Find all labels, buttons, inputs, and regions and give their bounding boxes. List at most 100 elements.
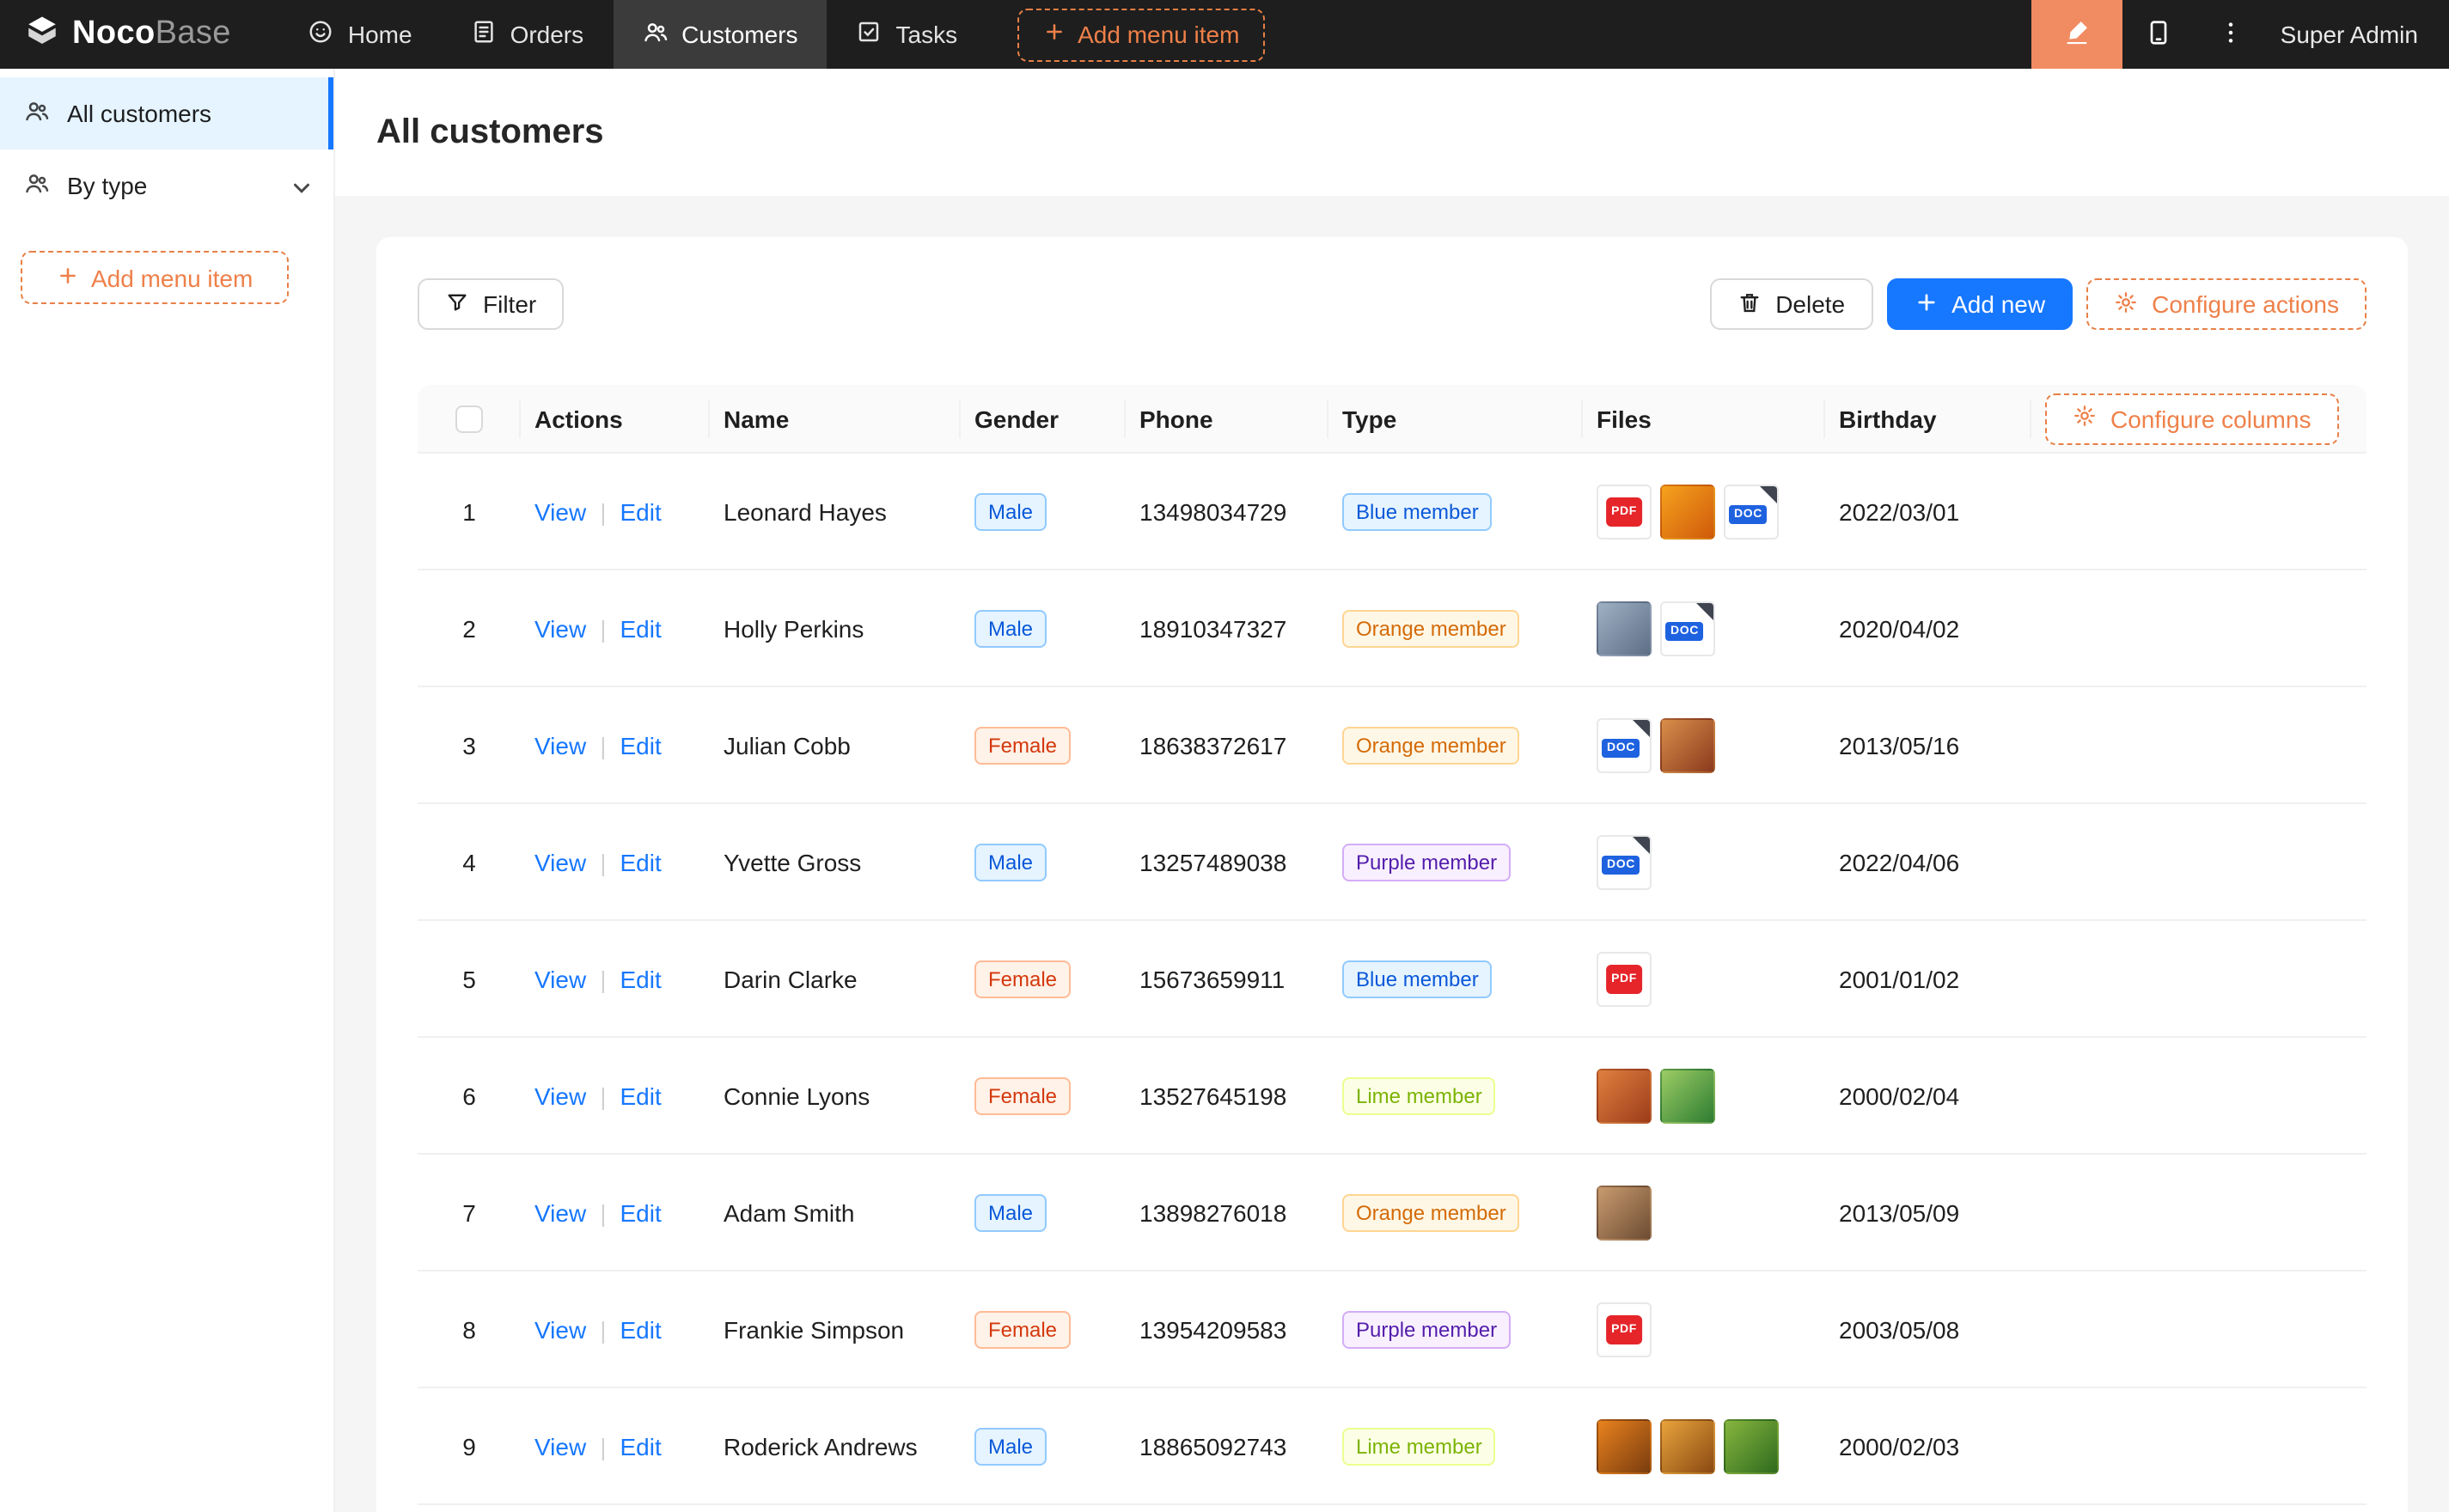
image-thumbnail[interactable]	[1724, 1418, 1779, 1473]
row-index: 5	[418, 921, 521, 1038]
action-divider: |	[600, 614, 606, 642]
action-divider: |	[600, 1432, 606, 1460]
view-link[interactable]: View	[534, 965, 586, 992]
image-thumbnail[interactable]	[1597, 1418, 1652, 1473]
action-divider: |	[600, 497, 606, 525]
edit-link[interactable]: Edit	[620, 731, 661, 759]
nocobase-logo[interactable]: NocoBase	[0, 14, 255, 55]
view-link[interactable]: View	[534, 1198, 586, 1226]
table-row: 9View|EditRoderick AndrewsMale1886509274…	[418, 1388, 2367, 1505]
image-thumbnail[interactable]	[1597, 1185, 1652, 1240]
nav-item-tasks[interactable]: Tasks	[828, 0, 987, 69]
view-link[interactable]: View	[534, 848, 586, 875]
sidebar-item-by-type[interactable]: By type	[0, 149, 333, 222]
gender-tag: Male	[974, 1193, 1047, 1231]
plus-icon	[57, 264, 79, 291]
edit-link[interactable]: Edit	[620, 614, 661, 642]
customer-name-cell: Holly Perkins	[710, 570, 961, 687]
row-actions: View|Edit	[521, 1271, 710, 1388]
edit-link[interactable]: Edit	[620, 848, 661, 875]
gender-tag: Male	[974, 843, 1047, 881]
add-menu-item-button-sidebar[interactable]: Add menu item	[21, 251, 289, 304]
view-link[interactable]: View	[534, 1432, 586, 1460]
view-link[interactable]: View	[534, 1315, 586, 1343]
view-link[interactable]: View	[534, 1082, 586, 1109]
type-tag: Purple member	[1342, 843, 1511, 881]
row-actions: View | Edit	[521, 570, 710, 687]
ui-editor-button[interactable]	[2031, 0, 2122, 69]
column-header-actions: Actions	[521, 385, 710, 454]
pdf-file-icon[interactable]: PDF	[1597, 951, 1652, 1006]
row-actions: View | Edit	[521, 1388, 710, 1505]
gender-cell: Male	[961, 1155, 1126, 1271]
image-thumbnail[interactable]	[1660, 1418, 1715, 1473]
chevron-down-icon	[289, 175, 309, 196]
view-link[interactable]: View	[534, 497, 586, 525]
edit-link[interactable]: Edit	[620, 1432, 661, 1460]
nav-item-orders[interactable]: Orders	[442, 0, 614, 69]
edit-link[interactable]: Edit	[620, 1315, 661, 1343]
nav-item-customers[interactable]: Customers	[613, 0, 827, 69]
row-trailing-cell	[2031, 1038, 2367, 1155]
add-menu-item-button-navbar[interactable]: Add menu item	[1017, 8, 1265, 61]
doc-file-icon[interactable]: DOC	[1724, 484, 1779, 539]
image-thumbnail[interactable]	[1660, 1068, 1715, 1123]
team-icon	[24, 170, 50, 201]
select-all-checkbox[interactable]	[455, 405, 483, 433]
trash-icon	[1738, 290, 1762, 319]
gender-cell: Female	[961, 687, 1126, 804]
pdf-file-icon[interactable]: PDF	[1597, 484, 1652, 539]
edit-link[interactable]: Edit	[620, 965, 661, 992]
gear-icon	[2114, 290, 2138, 319]
kebab-menu-icon	[2217, 18, 2244, 51]
row-trailing-cell	[2031, 454, 2367, 570]
select-all-cell	[418, 385, 521, 454]
navbar-right: Super Admin	[2031, 0, 2449, 69]
files-cell	[1583, 1038, 1825, 1155]
type-tag: Blue member	[1342, 960, 1493, 997]
mobile-preview-button[interactable]	[2122, 0, 2195, 69]
birthday-cell: 2000/02/03	[1825, 1388, 2031, 1505]
more-actions-button[interactable]	[2195, 0, 2267, 69]
files-cell: DOC	[1583, 687, 1825, 804]
row-index: 6	[418, 1038, 521, 1155]
pdf-file-icon[interactable]: PDF	[1597, 1302, 1652, 1357]
row-trailing-cell	[2031, 1271, 2367, 1388]
edit-link[interactable]: Edit	[620, 1198, 661, 1226]
doc-file-icon[interactable]: DOC	[1597, 717, 1652, 772]
customer-name-cell: Roderick Andrews	[710, 1388, 961, 1505]
content-area: Filter Delete Add new	[335, 196, 2449, 1512]
edit-link[interactable]: Edit	[620, 1082, 661, 1109]
phone-cell: 18638372617	[1126, 687, 1328, 804]
configure-actions-button[interactable]: Configure actions	[2086, 278, 2367, 330]
image-thumbnail[interactable]	[1660, 484, 1715, 539]
files-cell: PDF	[1583, 921, 1825, 1038]
image-thumbnail[interactable]	[1660, 717, 1715, 772]
delete-button[interactable]: Delete	[1710, 278, 1872, 330]
gender-tag: Female	[974, 1076, 1071, 1114]
birthday-cell: 2001/01/02	[1825, 921, 2031, 1038]
image-thumbnail[interactable]	[1597, 601, 1652, 655]
gender-cell: Male	[961, 570, 1126, 687]
row-trailing-cell	[2031, 570, 2367, 687]
type-tag: Purple member	[1342, 1310, 1511, 1348]
doc-file-icon[interactable]: DOC	[1660, 601, 1715, 655]
filter-button[interactable]: Filter	[418, 278, 564, 330]
logo-text: NocoBase	[72, 15, 231, 53]
customer-name-cell: Adam Smith	[710, 1155, 961, 1271]
doc-file-icon[interactable]: DOC	[1597, 834, 1652, 889]
gender-cell: Male	[961, 804, 1126, 921]
phone-cell: 13954209583	[1126, 1271, 1328, 1388]
sidebar-item-all-customers[interactable]: All customers	[0, 77, 333, 149]
configure-columns-button[interactable]: Configure columns	[2045, 393, 2338, 444]
view-link[interactable]: View	[534, 614, 586, 642]
row-actions: View|Edit	[521, 687, 710, 804]
nav-item-home[interactable]: Home	[279, 0, 442, 69]
orders-icon	[471, 19, 497, 50]
birthday-cell: 2000/02/04	[1825, 1038, 2031, 1155]
image-thumbnail[interactable]	[1597, 1068, 1652, 1123]
view-link[interactable]: View	[534, 731, 586, 759]
current-user[interactable]: Super Admin	[2267, 21, 2449, 48]
add-new-button[interactable]: Add new	[1886, 278, 2073, 330]
edit-link[interactable]: Edit	[620, 497, 661, 525]
